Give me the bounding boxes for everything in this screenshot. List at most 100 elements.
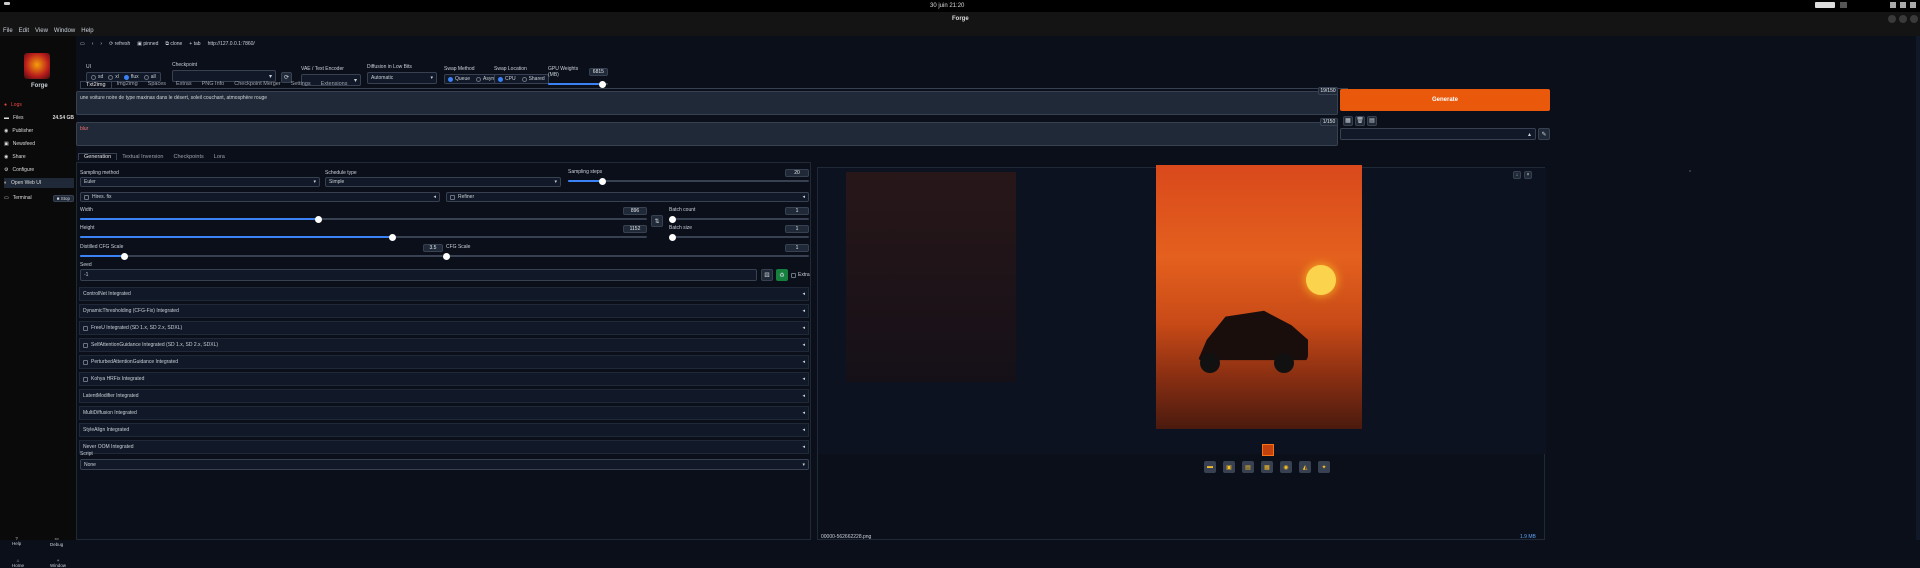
hires-fix-accordion[interactable]: Hires. fix ◂ <box>80 192 440 202</box>
save-icon[interactable]: ▣ <box>1223 461 1235 473</box>
forward-icon[interactable]: › <box>100 41 102 47</box>
palette-icon[interactable]: ◉ <box>1280 461 1292 473</box>
styles-dropdown[interactable]: ▴ <box>1340 128 1536 140</box>
accordion-never-oom[interactable]: Never OOM Integrated ◂ <box>79 440 809 454</box>
sidebar-item-configure[interactable]: ⚙ Configure <box>4 165 74 175</box>
accordion-latent-modifier[interactable]: LatentModifier Integrated ◂ <box>79 389 809 403</box>
generated-image[interactable] <box>1156 165 1362 429</box>
negative-prompt-textarea[interactable]: blur <box>76 122 1338 146</box>
download-icon[interactable]: ↓ <box>1513 171 1521 179</box>
random-seed-button[interactable]: ⚄ <box>761 269 773 281</box>
tab-img2img[interactable]: Img2img <box>112 81 143 87</box>
read-params-icon[interactable]: ▦ <box>1343 116 1353 126</box>
menu-edit[interactable]: Edit <box>19 28 29 34</box>
accordion-dynamic-thresholding[interactable]: DynamicThresholding (CFG-Fix) Integrated… <box>79 304 809 318</box>
debug-button[interactable]: ▭ Debug <box>50 536 63 547</box>
script-dropdown[interactable]: None ▾ <box>80 459 809 470</box>
sidebar-item-publisher[interactable]: ◉ Publisher <box>4 126 74 136</box>
hires-fix-checkbox[interactable] <box>84 194 89 200</box>
cfg-scale-input[interactable]: 1 <box>785 244 809 252</box>
menu-window[interactable]: Window <box>54 28 75 34</box>
sidebar-toggle-icon[interactable]: ▭ <box>80 41 85 47</box>
accordion-stylealign[interactable]: StyleAlign Integrated ◂ <box>79 423 809 437</box>
help-button[interactable]: ? Help <box>12 536 21 546</box>
output-info-link[interactable]: 1.9 MB <box>1520 534 1536 540</box>
sidebar-item-newsfeed[interactable]: ▣ Newsfeed <box>4 139 74 149</box>
batch-count-input[interactable]: 1 <box>785 207 809 215</box>
home-button[interactable]: ⌂ Home <box>12 558 24 568</box>
refiner-checkbox[interactable] <box>450 194 455 200</box>
maximize-button[interactable] <box>1899 15 1907 23</box>
cfg-scale-slider[interactable] <box>443 252 809 260</box>
refiner-accordion[interactable]: Refiner ◂ <box>446 192 809 202</box>
stop-button[interactable]: ■ Stop <box>52 194 74 202</box>
sampling-method-dropdown[interactable]: Euler ▾ <box>80 177 320 187</box>
tab-extras[interactable]: Extras <box>171 81 197 87</box>
sidebar-item-share[interactable]: ◉ Share <box>4 152 74 162</box>
accordion-perturbed-attention[interactable]: PerturbedAttentionGuidance Integrated ◂ <box>79 355 809 369</box>
menu-file[interactable]: File <box>3 28 13 34</box>
sampling-steps-slider[interactable] <box>568 177 809 185</box>
clone-button[interactable]: ⧉ clone <box>165 41 182 47</box>
subtab-textual-inversion[interactable]: Textual Inversion <box>117 154 168 160</box>
network-icon[interactable] <box>1890 2 1896 8</box>
tab-checkpoint-merger[interactable]: Checkpoint Merger <box>229 81 285 87</box>
extras-icon[interactable]: ◭ <box>1299 461 1311 473</box>
sidebar-item-terminal[interactable]: ▭ Terminal ■ Stop <box>4 193 74 203</box>
height-slider[interactable] <box>80 233 647 241</box>
accordion-self-attention-guidance[interactable]: SelfAttentionGuidance Integrated (SD 1.x… <box>79 338 809 352</box>
power-icon[interactable] <box>1910 2 1916 8</box>
swap-dimensions-button[interactable]: ⇅ <box>651 215 663 227</box>
pag-checkbox[interactable] <box>83 359 88 365</box>
schedule-type-dropdown[interactable]: Simple ▾ <box>325 177 561 187</box>
image-icon[interactable]: ▦ <box>1261 461 1273 473</box>
sampling-steps-input[interactable]: 20 <box>785 169 809 177</box>
accordion-multidiffusion[interactable]: MultiDiffusion Integrated ◂ <box>79 406 809 420</box>
extra-checkbox[interactable] <box>791 272 796 278</box>
close-icon[interactable]: × <box>1524 171 1532 179</box>
sparkle-icon[interactable]: ✦ <box>1318 461 1330 473</box>
trash-icon[interactable]: 🗑 <box>1355 116 1365 126</box>
new-tab-button[interactable]: + tab <box>189 41 200 47</box>
sag-checkbox[interactable] <box>83 342 88 348</box>
freeu-checkbox[interactable] <box>83 325 88 331</box>
status-pill[interactable] <box>1815 2 1835 8</box>
tab-png-info[interactable]: PNG Info <box>197 81 230 87</box>
kohya-checkbox[interactable] <box>83 376 88 382</box>
sidebar-item-files[interactable]: ▬ Files 24.54 GB <box>4 113 74 123</box>
minimize-button[interactable] <box>1888 15 1896 23</box>
accordion-freeu[interactable]: FreeU Integrated (SD 1.x, SD 2.x, SDXL) ◂ <box>79 321 809 335</box>
width-input[interactable]: 896 <box>623 207 647 215</box>
subtab-checkpoints[interactable]: Checkpoints <box>169 154 209 160</box>
clipboard-icon[interactable]: ▤ <box>1367 116 1377 126</box>
sidebar-item-open-web-ui[interactable]: ◐ Open Web UI <box>4 178 74 188</box>
accordion-controlnet[interactable]: ControlNet Integrated ◂ <box>79 287 809 301</box>
window-button[interactable]: + Window <box>50 558 66 568</box>
batch-size-slider[interactable] <box>669 233 809 241</box>
reuse-seed-button[interactable]: ♻ <box>776 269 788 281</box>
pinned-button[interactable]: ▣ pinned <box>137 41 158 47</box>
tab-settings[interactable]: Settings <box>286 81 316 87</box>
extra-seed-toggle[interactable]: Extra <box>791 272 810 278</box>
activities-icon[interactable] <box>4 2 10 5</box>
clock[interactable]: 30 juin 21:20 <box>930 3 964 9</box>
gpu-weights-input[interactable]: 6815 <box>588 68 608 76</box>
page-scrollbar[interactable] <box>1916 36 1920 540</box>
menu-view[interactable]: View <box>35 28 48 34</box>
accordion-kohya-hrfix[interactable]: Kohya HRFix Integrated ◂ <box>79 372 809 386</box>
volume-icon[interactable] <box>1900 2 1906 8</box>
tab-spaces[interactable]: Spaces <box>143 81 171 87</box>
prompt-textarea[interactable]: une voiture noire de type maxinas dans l… <box>76 91 1338 115</box>
sidebar-item-logs[interactable]: ● Logs <box>4 100 74 110</box>
tab-extensions[interactable]: Extensions <box>316 81 353 87</box>
apply-style-button[interactable]: ✎ <box>1538 128 1550 140</box>
menu-help[interactable]: Help <box>81 28 93 34</box>
gallery-thumbnail[interactable] <box>1262 444 1274 456</box>
tab-txt2img[interactable]: Txt2img <box>80 80 112 88</box>
folder-icon[interactable]: ▬ <box>1204 461 1216 473</box>
zip-icon[interactable]: ▤ <box>1242 461 1254 473</box>
generate-button[interactable]: Generate <box>1340 89 1550 111</box>
status-icon[interactable] <box>1840 2 1847 8</box>
refresh-button[interactable]: ⟳ refresh <box>109 41 130 47</box>
height-input[interactable]: 1152 <box>623 225 647 233</box>
